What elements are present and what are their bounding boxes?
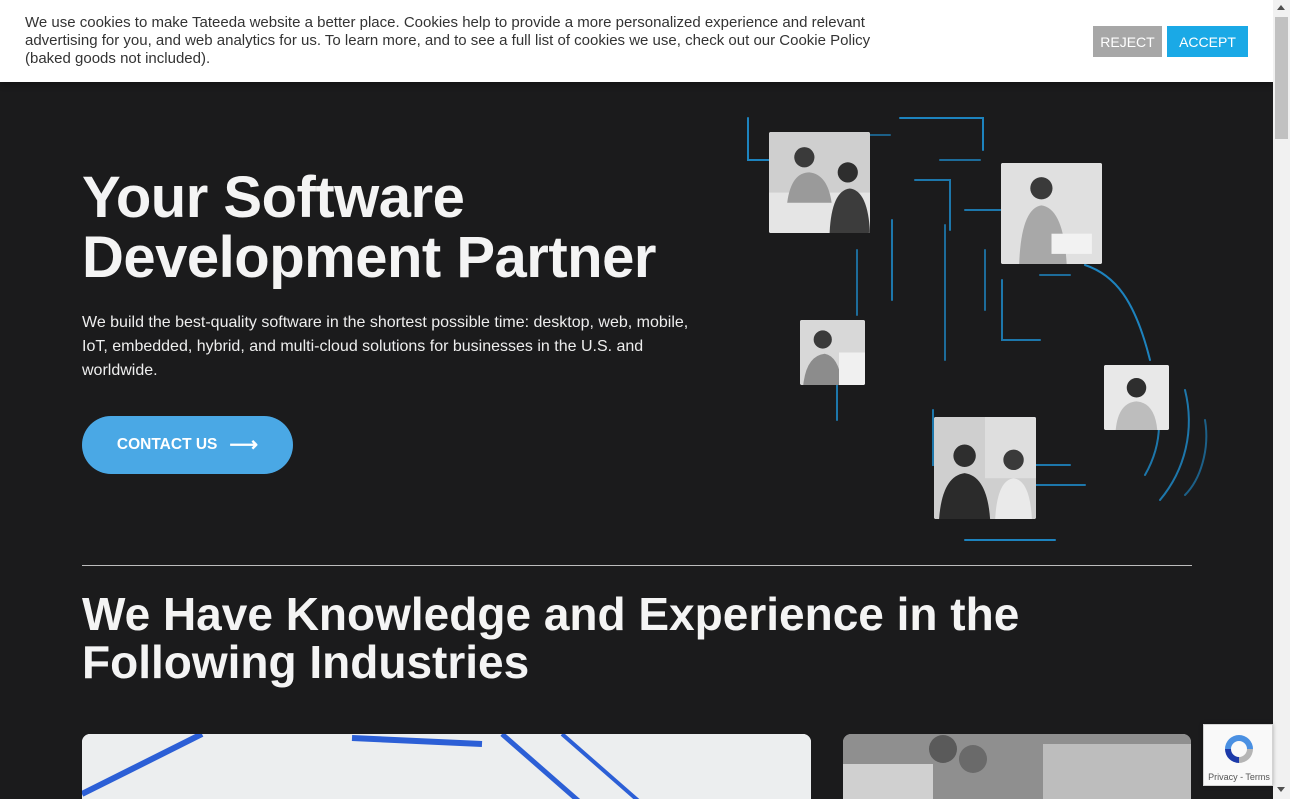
arrow-right-icon: ⟶ bbox=[229, 434, 259, 456]
team-photo-2 bbox=[1001, 163, 1102, 264]
industry-card-1-image bbox=[82, 734, 811, 799]
scrollbar-thumb[interactable] bbox=[1275, 17, 1288, 139]
reject-cookies-button[interactable]: REJECT bbox=[1093, 26, 1162, 57]
industries-title: We Have Knowledge and Experience in the … bbox=[82, 588, 1020, 688]
hero-title: Your Software Development Partner bbox=[82, 168, 742, 288]
industry-card-2[interactable] bbox=[843, 734, 1191, 799]
recaptcha-terms[interactable]: Privacy - Terms bbox=[1204, 772, 1274, 782]
contact-us-button[interactable]: CONTACT US ⟶ bbox=[82, 416, 293, 474]
industry-card-2-image bbox=[843, 734, 1191, 799]
hero-title-line-1: Your Software bbox=[82, 165, 465, 230]
hero-subtitle: We build the best-quality software in th… bbox=[82, 314, 689, 379]
page-scrollbar[interactable] bbox=[1273, 0, 1290, 799]
contact-us-label: CONTACT US bbox=[116, 436, 218, 453]
cookie-banner: We use cookies to make Tateeda website a… bbox=[0, 0, 1273, 82]
team-photo-3 bbox=[800, 320, 865, 385]
section-divider bbox=[82, 565, 1192, 566]
team-photo-4-image bbox=[1104, 365, 1169, 430]
team-photo-3-image bbox=[800, 320, 865, 385]
team-photo-5 bbox=[934, 417, 1036, 519]
scroll-down-arrow-icon[interactable] bbox=[1277, 787, 1285, 792]
team-photo-5-image bbox=[934, 417, 1036, 519]
recaptcha-badge[interactable]: Privacy - Terms bbox=[1203, 724, 1273, 786]
team-photo-2-image bbox=[1001, 163, 1102, 264]
accept-cookies-button[interactable]: ACCEPT bbox=[1167, 26, 1248, 57]
hero-title-line-2: Development Partner bbox=[82, 225, 656, 290]
team-photo-1-image bbox=[769, 132, 870, 233]
recaptcha-icon bbox=[1225, 735, 1253, 763]
scroll-up-arrow-icon[interactable] bbox=[1277, 5, 1285, 10]
team-photo-4 bbox=[1104, 365, 1169, 430]
industry-card-1[interactable] bbox=[82, 734, 811, 799]
cookie-text: We use cookies to make Tateeda website a… bbox=[25, 14, 871, 67]
team-photo-1 bbox=[769, 132, 870, 233]
